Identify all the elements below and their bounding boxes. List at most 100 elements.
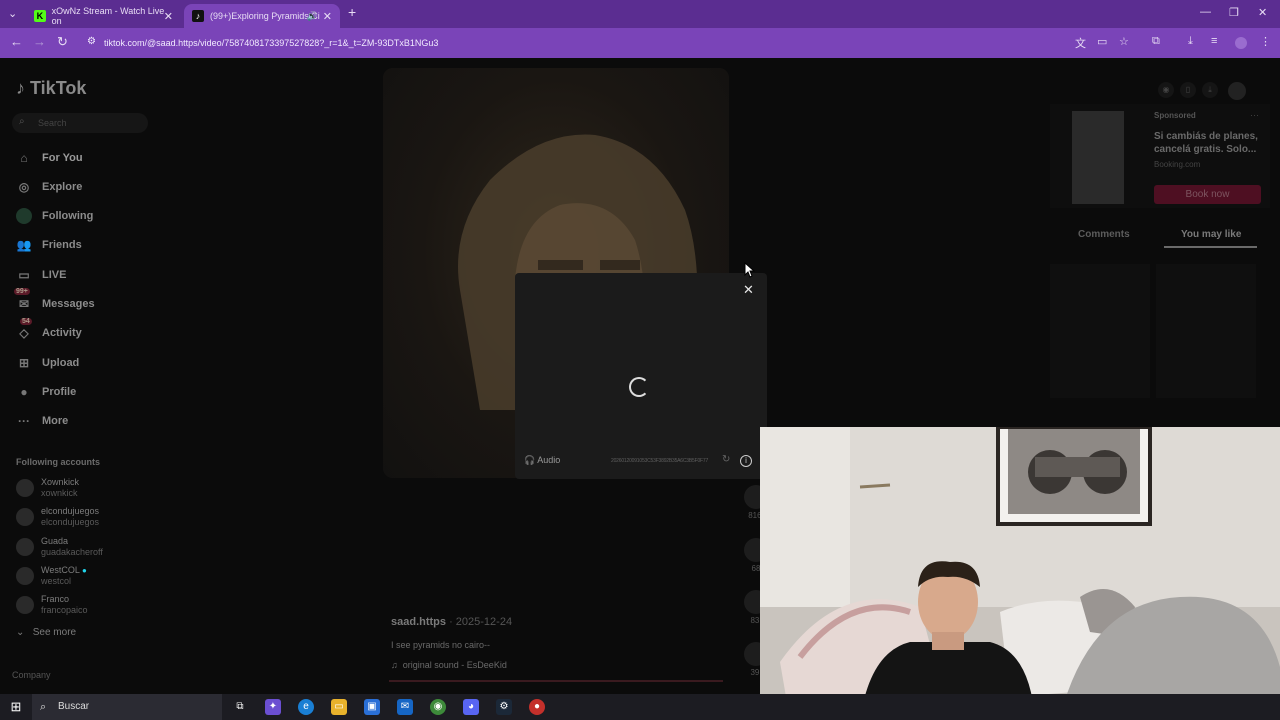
minimize-icon[interactable]: —: [1200, 6, 1211, 18]
close-tab-icon[interactable]: ✕: [323, 10, 332, 23]
browser-toolbar: ← → ↻ ⚙ tiktok.com/@saad.https/video/758…: [0, 28, 1280, 58]
nav-upload[interactable]: ⊞ Upload: [16, 353, 79, 373]
reload-icon[interactable]: ↻: [57, 34, 68, 50]
following-account[interactable]: WestCOL ● westcol: [16, 563, 87, 589]
tab-title: (99+)Exploring Pyramids Ci: [210, 11, 320, 21]
download-icon[interactable]: ⤓: [1188, 35, 1193, 48]
chrome-icon[interactable]: ◉: [430, 699, 446, 715]
translate-icon[interactable]: 文: [1075, 35, 1086, 51]
avatar: [16, 538, 34, 556]
video-caption: I see pyramids no cairo--: [391, 640, 491, 650]
tab-you-may-like[interactable]: You may like: [1181, 229, 1241, 240]
nav-following[interactable]: Following: [16, 206, 93, 226]
following-account[interactable]: Franco francopaico: [16, 592, 88, 618]
cast-icon[interactable]: ▭: [1097, 35, 1107, 48]
extensions-icon[interactable]: ⧉: [1152, 35, 1160, 48]
kick-icon: K: [34, 10, 46, 22]
sponsored-label: Sponsored: [1154, 111, 1196, 120]
edge-icon[interactable]: e: [298, 699, 314, 715]
windows-taskbar: ⊞ ⌕ Buscar ⧉ ✦ e ▭ ▣ ✉ ◉ ◕ ⚙ ●: [0, 694, 1280, 720]
ad-more-icon[interactable]: ···: [1250, 110, 1259, 120]
nav-explore[interactable]: ◎ Explore: [16, 177, 83, 197]
company-link[interactable]: Company: [12, 670, 51, 680]
tiktok-icon: ♪: [192, 10, 204, 22]
nav-live[interactable]: ▭ LIVE: [16, 265, 66, 285]
file-explorer-icon[interactable]: ▭: [331, 699, 347, 715]
mail-icon[interactable]: ✉: [397, 699, 413, 715]
media-control-icon[interactable]: ≡: [1211, 35, 1217, 47]
profile-avatar-icon: ●: [20, 385, 28, 399]
audio-playing-icon[interactable]: 🔊: [307, 11, 318, 22]
steam-icon[interactable]: ⚙: [496, 699, 512, 715]
mouse-cursor-icon: [744, 262, 756, 278]
avatar: [16, 596, 34, 614]
nav-friends[interactable]: 👥 Friends: [16, 235, 82, 255]
recommended-video-placeholder[interactable]: [1050, 264, 1150, 398]
following-account[interactable]: elcondujuegos elcondujuegos: [16, 504, 99, 530]
verified-badge-icon: ●: [82, 566, 87, 575]
back-icon[interactable]: ←: [10, 34, 23, 49]
chrome-menu-icon[interactable]: ⋮: [1260, 35, 1271, 48]
copilot-icon[interactable]: ✦: [265, 699, 281, 715]
compass-icon: ◎: [18, 180, 30, 194]
headphones-icon: 🎧: [524, 455, 536, 465]
task-view-icon[interactable]: ⧉: [232, 699, 248, 715]
nav-for-you[interactable]: ⌂ For You: [16, 148, 82, 168]
tab-title: xOwNz Stream - Watch Live on: [51, 6, 165, 26]
store-icon[interactable]: ▣: [364, 699, 380, 715]
upload-icon: ⊞: [18, 356, 30, 370]
address-bar[interactable]: ⚙ tiktok.com/@saad.https/video/758740817…: [80, 32, 1138, 54]
video-date: · 2025-12-24: [449, 616, 513, 628]
nav-activity[interactable]: ◇ 54 Activity: [16, 318, 82, 343]
window-close-icon[interactable]: ✕: [1258, 6, 1267, 19]
close-tab-icon[interactable]: ✕: [164, 10, 173, 23]
chevron-down-icon: ⌄: [16, 627, 25, 638]
avatar: [16, 479, 34, 497]
live-icon: ▭: [18, 268, 30, 282]
taskbar-search-input[interactable]: ⌕ Buscar: [32, 694, 222, 720]
discord-icon[interactable]: ◕: [463, 699, 479, 715]
activity-badge: 54: [20, 318, 32, 325]
book-now-button[interactable]: Book now: [1154, 185, 1261, 204]
following-accounts-heading: Following accounts: [16, 457, 101, 467]
video-author[interactable]: saad.https · 2025-12-24: [391, 616, 512, 628]
tiktok-logo[interactable]: ♪ TikTok: [16, 78, 86, 99]
following-account[interactable]: Xownkick xownkick: [16, 475, 79, 501]
see-more-button[interactable]: ⌄ See more: [16, 627, 76, 638]
user-avatar[interactable]: [1228, 82, 1246, 100]
tiktok-icon: ♪: [16, 78, 25, 98]
download-app-icon[interactable]: ⤓: [1202, 82, 1218, 98]
browser-tab-strip: ⌄ K xOwNz Stream - Watch Live on ✕ ♪ (99…: [0, 0, 1280, 28]
browser-tab-kick[interactable]: K xOwNz Stream - Watch Live on ✕: [26, 4, 181, 28]
recommended-video-placeholder[interactable]: [1156, 264, 1256, 398]
audio-option[interactable]: 🎧 Audio: [524, 455, 560, 466]
restore-icon[interactable]: ❐: [1229, 6, 1239, 19]
info-icon[interactable]: i: [740, 455, 752, 467]
tab-comments[interactable]: Comments: [1078, 229, 1130, 240]
video-progress-bar[interactable]: [389, 680, 723, 682]
refresh-icon[interactable]: ↻: [722, 454, 730, 465]
new-tab-button[interactable]: +: [348, 4, 356, 20]
obs-icon[interactable]: ●: [529, 699, 545, 715]
site-info-icon[interactable]: ⚙: [87, 36, 96, 47]
coins-icon[interactable]: ◉: [1158, 82, 1174, 98]
nav-profile[interactable]: ● Profile: [16, 382, 76, 402]
popup-close-icon[interactable]: ✕: [743, 282, 754, 298]
taskbar-search-label: Buscar: [58, 701, 90, 712]
ad-domain: Booking.com: [1154, 160, 1201, 169]
windows-start-icon[interactable]: ⊞: [8, 699, 24, 715]
search-placeholder: Search: [38, 118, 67, 128]
forward-icon[interactable]: →: [33, 34, 46, 49]
browser-tab-tiktok[interactable]: ♪ (99+)Exploring Pyramids Ci 🔊 ✕: [184, 4, 340, 28]
ad-title: Si cambiás de planes, cancelá gratis. So…: [1154, 131, 1258, 155]
nav-messages[interactable]: ✉ 99+ Messages: [14, 288, 95, 314]
tab-search-chevron-icon[interactable]: ⌄: [8, 7, 17, 20]
active-tab-indicator: [1164, 246, 1257, 248]
search-input[interactable]: ⌕ Search: [12, 113, 148, 133]
profile-avatar[interactable]: [1235, 37, 1247, 49]
video-sound[interactable]: ♫ original sound - EsDeeKid: [391, 660, 507, 670]
nav-more[interactable]: ··· More: [16, 411, 68, 431]
phone-icon[interactable]: ▯: [1180, 82, 1196, 98]
following-account[interactable]: Guada guadakacheroff: [16, 534, 103, 560]
bookmark-star-icon[interactable]: ☆: [1119, 35, 1129, 48]
